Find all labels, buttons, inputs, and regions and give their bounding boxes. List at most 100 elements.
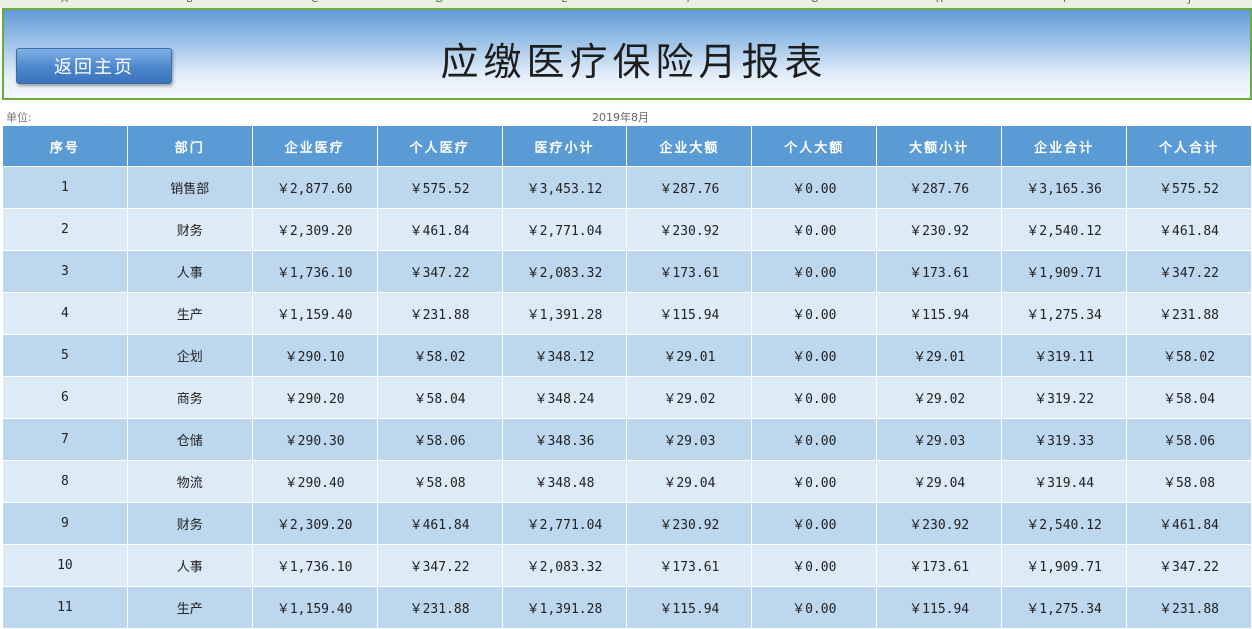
column-letter-g[interactable]: G: [752, 0, 877, 5]
cell-personal-major[interactable]: ￥0.00: [751, 460, 878, 503]
cell-company-total[interactable]: ￥1,909.71: [1001, 250, 1128, 293]
cell-medical-subtotal[interactable]: ￥2,771.04: [501, 208, 628, 251]
cell-personal-major[interactable]: ￥0.00: [751, 166, 878, 209]
cell-major-subtotal[interactable]: ￥29.03: [876, 418, 1003, 461]
cell-company-medical[interactable]: ￥1,736.10: [251, 544, 378, 587]
cell-company-major[interactable]: ￥29.01: [626, 334, 753, 377]
cell-company-medical[interactable]: ￥1,736.10: [251, 250, 378, 293]
cell-major-subtotal[interactable]: ￥115.94: [876, 586, 1003, 629]
cell-medical-subtotal[interactable]: ￥348.48: [501, 460, 628, 503]
cell-company-total[interactable]: ￥3,165.36: [1001, 166, 1128, 209]
header-company-medical[interactable]: 企业医疗: [251, 125, 378, 167]
cell-personal-major[interactable]: ￥0.00: [751, 208, 878, 251]
cell-company-medical[interactable]: ￥2,309.20: [251, 208, 378, 251]
cell-major-subtotal[interactable]: ￥230.92: [876, 208, 1003, 251]
cell-major-subtotal[interactable]: ￥29.01: [876, 334, 1003, 377]
cell-department[interactable]: 生产: [126, 586, 253, 629]
cell-index[interactable]: 4: [2, 292, 128, 335]
cell-department[interactable]: 生产: [126, 292, 253, 335]
column-letter-d[interactable]: D: [377, 0, 502, 5]
cell-index[interactable]: 11: [2, 586, 128, 629]
cell-company-major[interactable]: ￥173.61: [626, 250, 753, 293]
header-company-major[interactable]: 企业大额: [626, 125, 753, 167]
cell-personal-medical[interactable]: ￥575.52: [376, 166, 503, 209]
cell-company-major[interactable]: ￥230.92: [626, 208, 753, 251]
return-home-button[interactable]: 返回主页: [16, 48, 172, 84]
cell-company-major[interactable]: ￥29.03: [626, 418, 753, 461]
cell-medical-subtotal[interactable]: ￥1,391.28: [501, 586, 628, 629]
cell-company-major[interactable]: ￥29.04: [626, 460, 753, 503]
cell-personal-total[interactable]: ￥58.06: [1126, 418, 1252, 461]
column-letter-b[interactable]: B: [127, 0, 252, 5]
cell-department[interactable]: 人事: [126, 250, 253, 293]
cell-company-major[interactable]: ￥230.92: [626, 502, 753, 545]
cell-personal-medical[interactable]: ￥58.04: [376, 376, 503, 419]
cell-company-medical[interactable]: ￥290.40: [251, 460, 378, 503]
cell-company-total[interactable]: ￥319.33: [1001, 418, 1128, 461]
cell-personal-total[interactable]: ￥461.84: [1126, 502, 1252, 545]
cell-medical-subtotal[interactable]: ￥348.12: [501, 334, 628, 377]
cell-department[interactable]: 人事: [126, 544, 253, 587]
cell-company-medical[interactable]: ￥1,159.40: [251, 292, 378, 335]
cell-department[interactable]: 企划: [126, 334, 253, 377]
cell-major-subtotal[interactable]: ￥230.92: [876, 502, 1003, 545]
cell-personal-major[interactable]: ￥0.00: [751, 292, 878, 335]
header-personal-major[interactable]: 个人大额: [751, 125, 878, 167]
cell-personal-medical[interactable]: ￥347.22: [376, 250, 503, 293]
cell-personal-major[interactable]: ￥0.00: [751, 586, 878, 629]
cell-company-medical[interactable]: ￥290.10: [251, 334, 378, 377]
column-letter-c[interactable]: C: [252, 0, 377, 5]
cell-major-subtotal[interactable]: ￥29.04: [876, 460, 1003, 503]
cell-index[interactable]: 6: [2, 376, 128, 419]
cell-index[interactable]: 10: [2, 544, 128, 587]
cell-personal-major[interactable]: ￥0.00: [751, 250, 878, 293]
cell-personal-total[interactable]: ￥58.04: [1126, 376, 1252, 419]
header-department[interactable]: 部门: [126, 125, 253, 167]
cell-personal-major[interactable]: ￥0.00: [751, 334, 878, 377]
cell-department[interactable]: 仓储: [126, 418, 253, 461]
cell-company-major[interactable]: ￥29.02: [626, 376, 753, 419]
cell-major-subtotal[interactable]: ￥287.76: [876, 166, 1003, 209]
cell-medical-subtotal[interactable]: ￥2,083.32: [501, 250, 628, 293]
cell-personal-total[interactable]: ￥231.88: [1126, 586, 1252, 629]
cell-department[interactable]: 销售部: [126, 166, 253, 209]
cell-index[interactable]: 5: [2, 334, 128, 377]
cell-index[interactable]: 8: [2, 460, 128, 503]
cell-personal-medical[interactable]: ￥231.88: [376, 292, 503, 335]
cell-company-total[interactable]: ￥1,909.71: [1001, 544, 1128, 587]
cell-personal-total[interactable]: ￥347.22: [1126, 544, 1252, 587]
cell-company-major[interactable]: ￥173.61: [626, 544, 753, 587]
cell-company-major[interactable]: ￥287.76: [626, 166, 753, 209]
cell-medical-subtotal[interactable]: ￥3,453.12: [501, 166, 628, 209]
column-letter-a[interactable]: A: [2, 0, 127, 5]
cell-personal-medical[interactable]: ￥461.84: [376, 208, 503, 251]
cell-company-medical[interactable]: ￥2,309.20: [251, 502, 378, 545]
cell-company-total[interactable]: ￥319.22: [1001, 376, 1128, 419]
cell-company-major[interactable]: ￥115.94: [626, 586, 753, 629]
cell-major-subtotal[interactable]: ￥173.61: [876, 250, 1003, 293]
cell-personal-medical[interactable]: ￥347.22: [376, 544, 503, 587]
cell-company-medical[interactable]: ￥1,159.40: [251, 586, 378, 629]
cell-company-total[interactable]: ￥1,275.34: [1001, 292, 1128, 335]
cell-index[interactable]: 9: [2, 502, 128, 545]
column-letter-i[interactable]: I: [1002, 0, 1127, 5]
cell-medical-subtotal[interactable]: ￥348.36: [501, 418, 628, 461]
cell-department[interactable]: 财务: [126, 208, 253, 251]
cell-personal-medical[interactable]: ￥461.84: [376, 502, 503, 545]
cell-personal-medical[interactable]: ￥231.88: [376, 586, 503, 629]
cell-company-total[interactable]: ￥2,540.12: [1001, 502, 1128, 545]
cell-personal-medical[interactable]: ￥58.08: [376, 460, 503, 503]
column-letter-f[interactable]: F: [627, 0, 752, 5]
column-letter-j[interactable]: J: [1127, 0, 1252, 5]
cell-personal-total[interactable]: ￥58.08: [1126, 460, 1252, 503]
cell-company-total[interactable]: ￥319.44: [1001, 460, 1128, 503]
header-company-total[interactable]: 企业合计: [1001, 125, 1128, 167]
cell-medical-subtotal[interactable]: ￥1,391.28: [501, 292, 628, 335]
column-letter-e[interactable]: E: [502, 0, 627, 5]
cell-index[interactable]: 2: [2, 208, 128, 251]
cell-major-subtotal[interactable]: ￥29.02: [876, 376, 1003, 419]
cell-department[interactable]: 商务: [126, 376, 253, 419]
cell-company-medical[interactable]: ￥2,877.60: [251, 166, 378, 209]
cell-company-total[interactable]: ￥2,540.12: [1001, 208, 1128, 251]
header-major-subtotal[interactable]: 大额小计: [876, 125, 1003, 167]
